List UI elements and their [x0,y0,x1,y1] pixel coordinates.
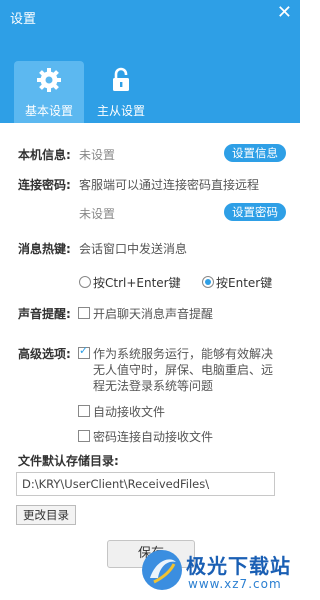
system-service-line-2[interactable]: 无人值守时，屏保、电脑重启、远 [93,361,273,378]
watermark-logo-icon [140,548,184,592]
watermark-name: 极光下载站 [186,554,291,578]
enter-label[interactable]: 按Enter键 [216,274,272,291]
set-password-button[interactable]: 设置密码 [224,203,286,221]
watermark-url: www.xz7.com [188,577,282,591]
system-service-checkbox[interactable] [78,344,90,359]
gear-icon [14,61,84,103]
change-directory-button[interactable]: 更改目录 [16,505,76,525]
sound-label: 声音提醒: [18,307,71,321]
storage-path-field[interactable]: D:\KRY\UserClient\ReceivedFiles\ [16,472,275,496]
window-title: 设置 [10,12,37,27]
enter-radio[interactable] [202,276,214,288]
tab-label: 基本设置 [24,104,73,118]
ctrl-enter-label[interactable]: 按Ctrl+Enter键 [93,274,181,291]
ctrl-enter-radio[interactable] [79,276,91,288]
hotkey-description: 会话窗口中发送消息 [79,242,188,256]
unlock-icon [86,61,156,103]
local-info-value: 未设置 [79,148,116,162]
auto-receive-checkbox[interactable] [78,405,90,417]
close-icon[interactable]: ✕ [277,4,292,22]
auto-receive-label[interactable]: 自动接收文件 [93,403,165,420]
sound-checkbox[interactable] [78,307,90,319]
advanced-label: 高级选项: [18,347,71,361]
sound-option-label[interactable]: 开启聊天消息声音提醒 [93,305,213,322]
local-info-label: 本机信息: [18,148,71,162]
hotkey-label: 消息热键: [18,242,71,256]
tab-basic-settings[interactable]: 基本设置 [14,61,84,123]
system-service-line-3[interactable]: 程无法登录系统等问题 [93,377,213,394]
tab-label: 主从设置 [96,104,145,118]
storage-dir-label: 文件默认存储目录: [18,454,119,468]
connect-password-label: 连接密码: [18,178,71,192]
password-auto-receive-checkbox[interactable] [78,430,90,442]
password-auto-receive-label[interactable]: 密码连接自动接收文件 [93,428,213,445]
connect-password-value: 未设置 [79,207,116,221]
set-info-button[interactable]: 设置信息 [224,144,286,162]
connect-password-description: 客服端可以通过连接密码直接远程 [79,178,260,192]
tab-master-slave-settings[interactable]: 主从设置 [86,61,156,123]
system-service-line-1[interactable]: 作为系统服务运行，能够有效解决 [93,345,273,362]
